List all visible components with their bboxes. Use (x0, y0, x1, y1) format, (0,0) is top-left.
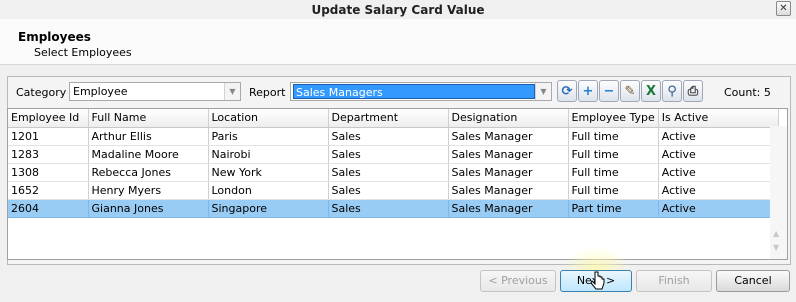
record-count: Count: 5 (724, 86, 771, 99)
cell-designation: Sales Manager (448, 199, 569, 218)
table-row[interactable]: 1283 Madaline Moore Nairobi Sales Sales … (8, 145, 779, 164)
cell-designation: Sales Manager (448, 127, 569, 146)
cell-full-name: Rebecca Jones (88, 163, 209, 182)
cell-location: Paris (208, 127, 329, 146)
add-icon[interactable]: + (578, 80, 598, 102)
vertical-scrollbar[interactable]: ▲ ▼ (770, 126, 787, 259)
previous-button[interactable]: < Previous (480, 270, 556, 292)
scroll-up-icon[interactable]: ▲ (773, 229, 779, 238)
edit-icon[interactable]: ✎ (620, 80, 640, 102)
cell-employee-id: 1201 (8, 127, 89, 146)
cell-full-name: Gianna Jones (88, 199, 209, 218)
close-button[interactable]: ✕ (776, 1, 791, 16)
refresh-icon[interactable]: ⟳ (557, 80, 577, 102)
cell-employee-id: 1308 (8, 163, 89, 182)
column-header-employee-type[interactable]: Employee Type (568, 109, 659, 128)
table-row[interactable]: 1308 Rebecca Jones New York Sales Sales … (8, 163, 779, 182)
report-label: Report (249, 86, 286, 99)
finish-button[interactable]: Finish (636, 270, 712, 292)
category-dropdown[interactable]: Employee ▼ (69, 82, 241, 101)
title-bar: Update Salary Card Value ✕ (0, 0, 796, 19)
mouse-cursor-icon (590, 271, 605, 290)
step-title: Employees (18, 30, 91, 44)
column-header-is-active[interactable]: Is Active (658, 109, 779, 128)
cell-employee-id: 1283 (8, 145, 89, 164)
column-header-full-name[interactable]: Full Name (88, 109, 209, 128)
column-header-location[interactable]: Location (208, 109, 329, 128)
column-header-designation[interactable]: Designation (448, 109, 569, 128)
cell-department: Sales (328, 127, 449, 146)
header-row: Employee Id Full Name Location Departmen… (8, 109, 779, 128)
category-label: Category (16, 86, 67, 99)
cell-employee-id: 1652 (8, 181, 89, 200)
table-row[interactable]: 1201 Arthur Ellis Paris Sales Sales Mana… (8, 127, 779, 146)
wizard-header: Employees Select Employees (0, 19, 796, 65)
cell-employee-type: Part time (568, 199, 659, 218)
cell-employee-type: Full time (568, 127, 659, 146)
cell-employee-type: Full time (568, 181, 659, 200)
step-subtitle: Select Employees (34, 46, 132, 59)
cell-location: Singapore (208, 199, 329, 218)
cell-designation: Sales Manager (448, 163, 569, 182)
column-header-employee-id[interactable]: Employee Id (8, 109, 89, 128)
cell-department: Sales (328, 181, 449, 200)
scroll-down-icon[interactable]: ▼ (773, 243, 779, 252)
chevron-down-icon[interactable]: ▼ (224, 83, 240, 100)
cell-location: London (208, 181, 329, 200)
cell-full-name: Madaline Moore (88, 145, 209, 164)
employee-grid[interactable]: Employee Id Full Name Location Departmen… (7, 108, 788, 260)
cell-is-active: Active (658, 163, 779, 182)
cell-is-active: Active (658, 199, 779, 218)
cell-is-active: Active (658, 181, 779, 200)
cell-location: New York (208, 163, 329, 182)
cell-employee-type: Full time (568, 163, 659, 182)
cell-employee-id: 2604 (8, 199, 89, 218)
remove-icon[interactable]: − (599, 80, 619, 102)
grid-toolbar: ⟳ + − ✎ X ⚲ ⎙ (557, 80, 703, 102)
cell-department: Sales (328, 163, 449, 182)
cell-department: Sales (328, 199, 449, 218)
report-dropdown[interactable]: Sales Managers ▼ (290, 82, 552, 101)
category-value: Employee (73, 85, 128, 98)
chevron-down-icon[interactable]: ▼ (535, 83, 551, 100)
cell-designation: Sales Manager (448, 145, 569, 164)
table-row-selected[interactable]: 2604 Gianna Jones Singapore Sales Sales … (8, 199, 779, 218)
excel-icon[interactable]: X (641, 80, 661, 102)
table-row[interactable]: 1652 Henry Myers London Sales Sales Mana… (8, 181, 779, 200)
window-title: Update Salary Card Value (311, 3, 485, 17)
cell-designation: Sales Manager (448, 181, 569, 200)
cancel-button[interactable]: Cancel (716, 270, 790, 292)
cell-is-active: Active (658, 127, 779, 146)
cell-is-active: Active (658, 145, 779, 164)
print-icon[interactable]: ⎙ (683, 80, 703, 102)
cell-department: Sales (328, 145, 449, 164)
cell-location: Nairobi (208, 145, 329, 164)
report-value: Sales Managers (293, 84, 535, 99)
column-header-department[interactable]: Department (328, 109, 449, 128)
employee-table: Employee Id Full Name Location Departmen… (8, 109, 779, 218)
cell-employee-type: Full time (568, 145, 659, 164)
cell-full-name: Henry Myers (88, 181, 209, 200)
cell-full-name: Arthur Ellis (88, 127, 209, 146)
search-icon[interactable]: ⚲ (662, 80, 682, 102)
